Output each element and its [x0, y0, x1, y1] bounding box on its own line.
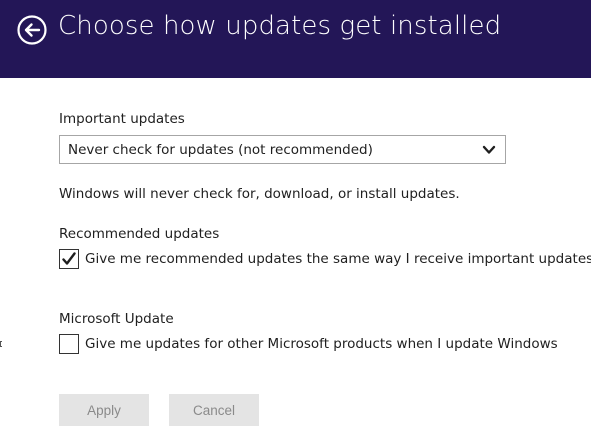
back-button[interactable] [17, 15, 47, 45]
recommended-updates-checkbox-row[interactable]: Give me recommended updates the same way… [59, 249, 591, 271]
microsoft-update-checkbox-row[interactable]: Give me updates for other Microsoft prod… [59, 334, 579, 356]
recommended-updates-label: Recommended updates [59, 226, 220, 242]
microsoft-update-checkbox-label: Give me updates for other Microsoft prod… [85, 336, 558, 352]
apply-button[interactable]: Apply [59, 394, 149, 426]
cancel-button[interactable]: Cancel [169, 394, 259, 426]
microsoft-update-checkbox[interactable] [59, 334, 79, 354]
important-updates-dropdown[interactable]: Never check for updates (not recommended… [59, 135, 506, 164]
edge-artifact [0, 341, 2, 347]
checkmark-icon [62, 252, 76, 265]
important-updates-label: Important updates [59, 111, 185, 127]
header-bar: Choose how updates get installed [0, 0, 591, 78]
recommended-updates-checkbox-label: Give me recommended updates the same way… [85, 251, 591, 267]
back-arrow-circle-icon [17, 15, 47, 45]
dropdown-selected-value: Never check for updates (not recommended… [68, 142, 373, 158]
page-title: Choose how updates get installed [58, 11, 502, 41]
chevron-down-icon [482, 145, 496, 154]
important-updates-description: Windows will never check for, download, … [59, 186, 460, 202]
microsoft-update-label: Microsoft Update [59, 311, 174, 327]
recommended-updates-checkbox[interactable] [59, 249, 79, 269]
